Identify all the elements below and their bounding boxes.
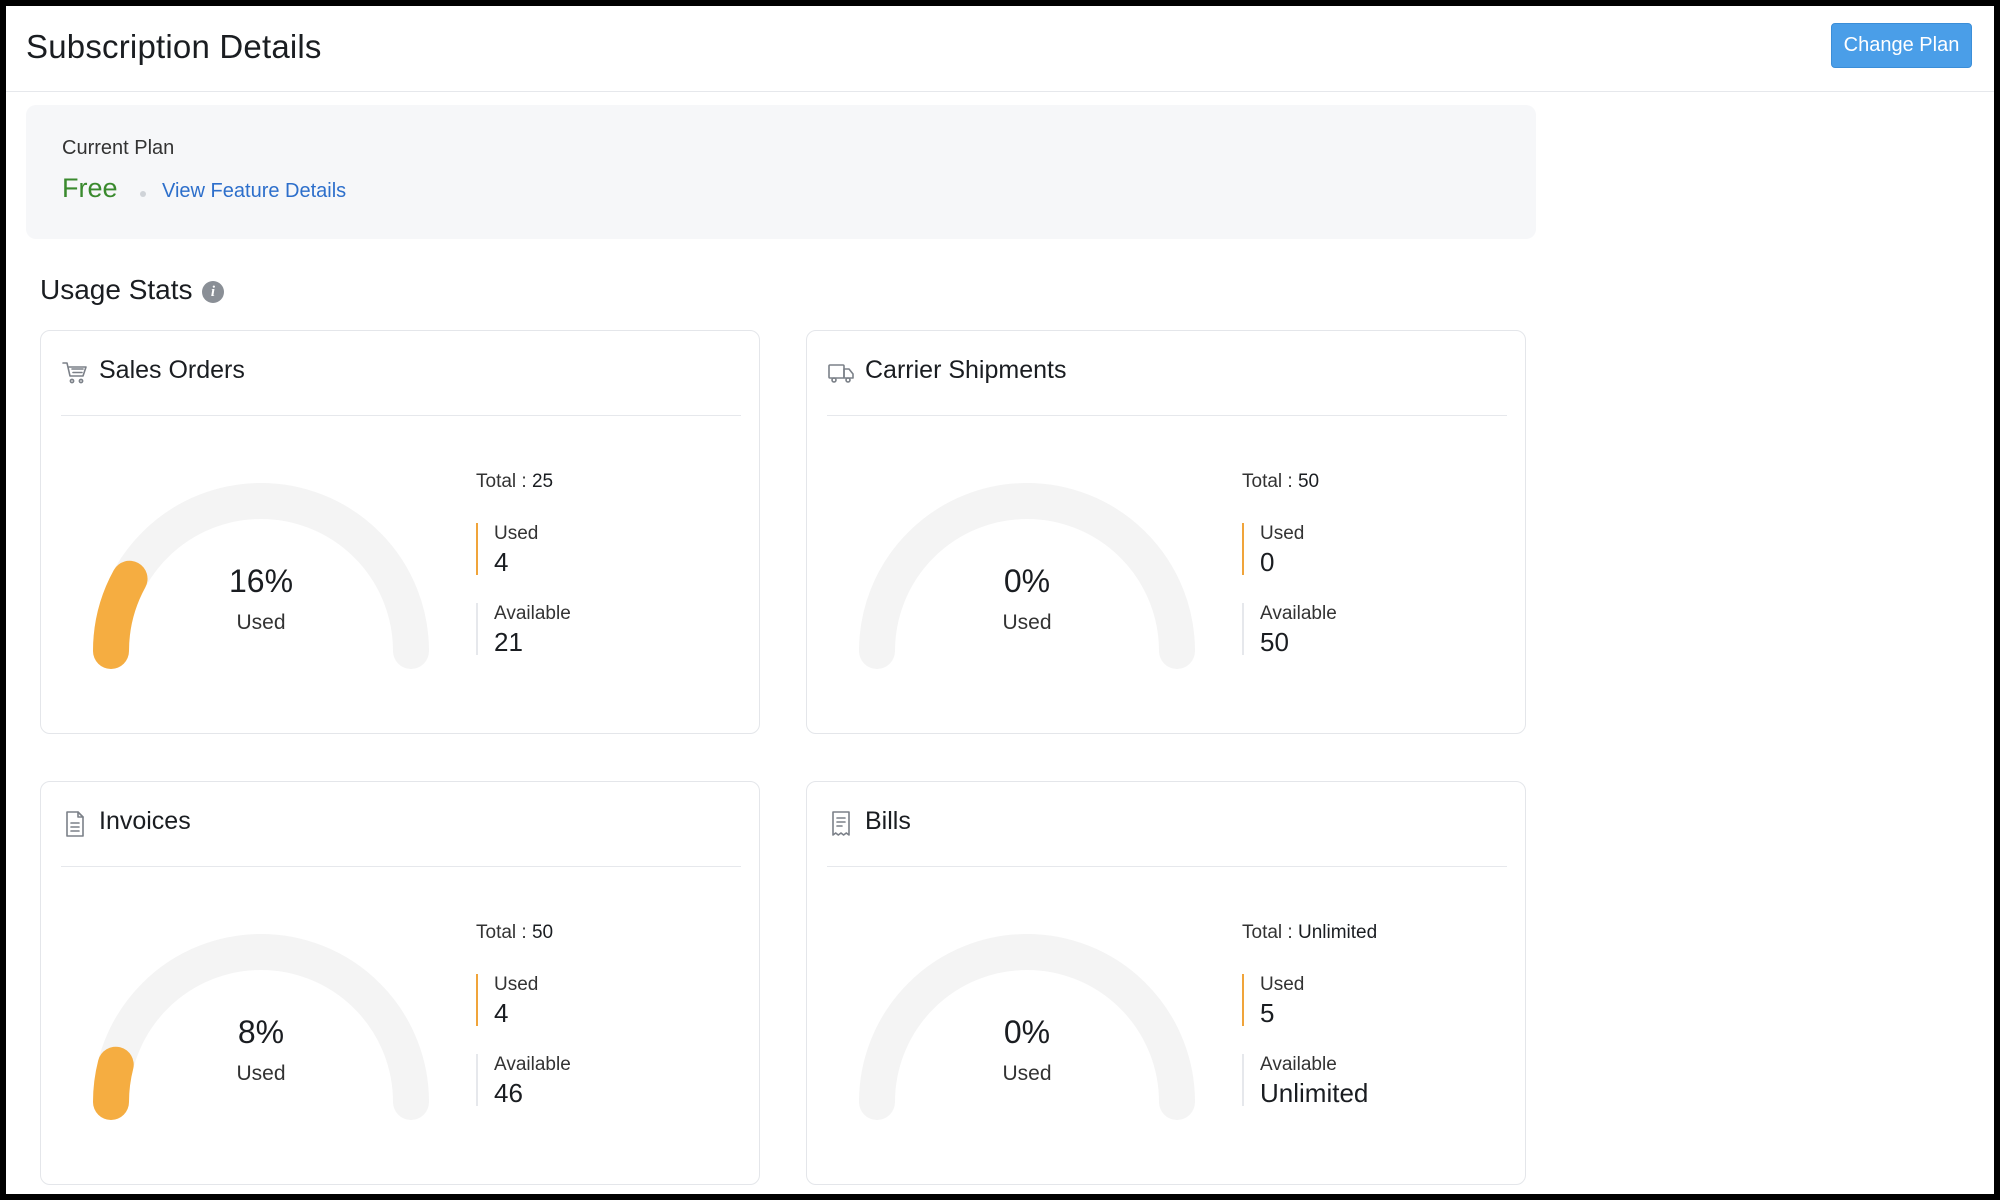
used-value: 5 <box>1260 998 1275 1028</box>
page-header: Subscription Details Change Plan <box>6 6 1994 92</box>
available-value: 46 <box>494 1078 523 1108</box>
document-icon <box>66 811 84 837</box>
available-stat: Available 50 <box>1242 603 1337 657</box>
used-label: Used <box>1260 523 1305 544</box>
total-label: Total : <box>1242 922 1293 943</box>
available-value: Unlimited <box>1260 1078 1369 1108</box>
available-stat: Available 21 <box>476 603 571 657</box>
used-value: 4 <box>494 547 509 577</box>
card-title: Sales Orders <box>99 356 245 384</box>
card-header: Carrier Shipments <box>827 331 1507 416</box>
truck-icon <box>828 364 854 383</box>
usage-stats-title: Usage Stats <box>40 274 193 305</box>
gauge-caption: Used <box>236 1062 286 1085</box>
current-plan-name: Free <box>62 173 118 203</box>
total-row: Total : 50 <box>1242 471 1319 493</box>
app-window: Subscription Details Change Plan Current… <box>6 6 1994 1194</box>
used-label: Used <box>494 974 539 995</box>
gauge-percent: 8% <box>237 1014 285 1050</box>
total-value: 25 <box>531 471 554 492</box>
receipt-icon <box>832 811 850 836</box>
gauge-caption: Used <box>1002 1062 1052 1085</box>
gauge-caption: Used <box>236 611 286 634</box>
available-stat: Available 46 <box>476 1054 571 1108</box>
card-header: Invoices <box>61 782 741 867</box>
gauge-fill <box>93 1046 134 1120</box>
used-label: Used <box>494 523 539 544</box>
info-icon[interactable]: i <box>202 281 224 303</box>
used-stat: Used 0 <box>1242 523 1305 577</box>
available-label: Available <box>1260 1054 1337 1075</box>
used-stat: Used 4 <box>476 974 539 1028</box>
gauge-percent: 0% <box>1003 563 1051 599</box>
available-value: 21 <box>494 627 523 657</box>
used-label: Used <box>1260 974 1305 995</box>
current-plan-label: Current Plan <box>62 137 175 159</box>
usage-card-invoices: Invoices 8% Used Total : 50 Used 4 Avail… <box>40 781 760 1185</box>
available-label: Available <box>494 1054 571 1075</box>
used-stat: Used 4 <box>476 523 539 577</box>
total-row: Total : 25 <box>476 471 553 493</box>
separator-dot <box>140 191 146 197</box>
usage-card-bills: Bills 0% Used Total : Unlimited Used 5 A… <box>806 781 1526 1185</box>
card-title: Carrier Shipments <box>865 356 1067 384</box>
current-plan-panel: Current Plan Free View Feature Details <box>26 105 1536 239</box>
used-stat: Used 5 <box>1242 974 1305 1028</box>
total-label: Total : <box>476 922 527 943</box>
gauge-percent: 0% <box>1003 1014 1051 1050</box>
available-label: Available <box>494 603 571 624</box>
available-label: Available <box>1260 603 1337 624</box>
cart-icon <box>62 362 87 384</box>
used-value: 4 <box>494 998 509 1028</box>
total-label: Total : <box>1242 471 1293 492</box>
total-value: 50 <box>531 922 554 943</box>
usage-card-carrier-shipments: Carrier Shipments 0% Used Total : 50 Use… <box>806 330 1526 734</box>
page-title: Subscription Details <box>26 28 322 65</box>
total-row: Total : 50 <box>476 922 553 944</box>
view-feature-details-link[interactable]: View Feature Details <box>162 180 346 203</box>
gauge-fill <box>93 560 148 669</box>
total-row: Total : Unlimited <box>1242 922 1377 944</box>
card-title: Bills <box>865 807 911 835</box>
card-header: Sales Orders <box>61 331 741 416</box>
total-value: Unlimited <box>1297 922 1378 943</box>
gauge-percent: 16% <box>228 563 294 599</box>
total-label: Total : <box>476 471 527 492</box>
total-value: 50 <box>1297 471 1320 492</box>
available-stat: Available Unlimited <box>1242 1054 1368 1108</box>
usage-card-sales-orders: Sales Orders 16% Used Total : 25 Used 4 … <box>40 330 760 734</box>
available-value: 50 <box>1260 627 1289 657</box>
card-header: Bills <box>827 782 1507 867</box>
change-plan-button[interactable]: Change Plan <box>1831 23 1972 68</box>
card-title: Invoices <box>99 807 191 835</box>
used-value: 0 <box>1260 547 1275 577</box>
gauge-caption: Used <box>1002 611 1052 634</box>
